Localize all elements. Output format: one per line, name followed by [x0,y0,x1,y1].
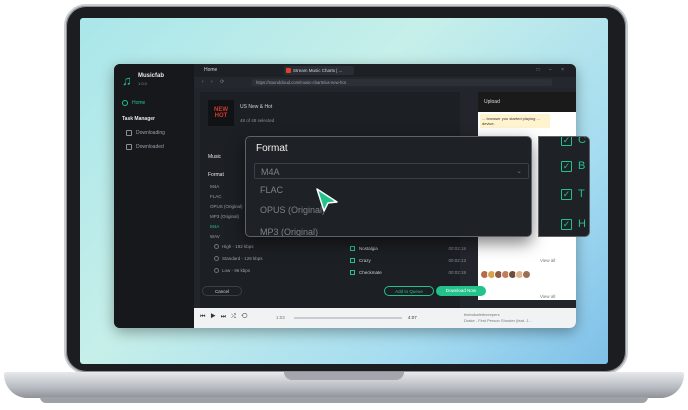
song-duration: 00:02:18 [448,246,466,251]
checklist-row[interactable]: ✓ B [561,159,585,173]
download-icon [126,130,132,136]
format-select[interactable]: M4A ⌄ [254,163,529,179]
web-header: Upload [478,92,576,112]
song-title: Nostalgia [359,246,378,251]
tab-bar: Home Stream Music Charts | ... □ – × [194,64,576,77]
sidebar-item-downloaded[interactable]: Downloaded [126,144,164,150]
checklist-row[interactable]: ✓ T [561,187,585,201]
format-popup-option[interactable]: MP3 (Original) [260,227,318,236]
format-select-value: M4A [261,167,280,177]
app-version: 1.0.0 [138,81,147,86]
sidebar-item-home[interactable]: Home [122,100,145,106]
sidebar-item-label: Home [132,100,146,106]
music-note-icon: ♫ [122,73,132,88]
nav-arrows-icon[interactable]: ‹ › ⟳ [202,79,227,85]
view-all-link[interactable]: View all [540,258,555,263]
checklist-label: C [578,136,586,146]
laptop-notch [284,372,404,380]
window-controls[interactable]: □ – × [537,67,569,73]
avatar-group [480,270,531,279]
music-section-label: Music [208,154,222,160]
track-title: Drake - First Person Shooter (feat. J... [464,318,532,323]
selection-count: 48 of 48 selected [240,118,275,123]
sidebar: ♫ Musicfab 1.0.0 Home Task Manager Downl… [114,64,194,328]
sidebar-item-label: Task Manager [122,116,155,122]
address-bar: ‹ › ⟳ https://soundcloud.com/music-chart… [194,77,576,88]
playback-controls[interactable]: ⏮▶⏭⤮⟲ [200,314,252,321]
format-option[interactable]: OPUS (Original) [210,204,243,209]
checklist-row[interactable]: ✓ C [561,136,586,147]
sidebar-item-label: Downloading [136,130,165,136]
quality-option[interactable]: Low - 96 kbps [214,268,250,273]
sidebar-item-downloading[interactable]: Downloading [126,130,165,136]
cancel-button[interactable]: Cancel [202,286,242,296]
song-row[interactable]: Checkmate 00:02:19 [350,268,480,278]
checkbox-icon[interactable]: ✓ [561,218,572,230]
checkbox-icon[interactable]: ✓ [561,188,572,200]
song-row[interactable]: Nostalgia 00:02:18 [350,244,480,254]
song-duration: 00:02:19 [448,270,466,275]
checklist-label: B [578,160,586,172]
checklist-popup: ✓ C ✓ B ✓ T ✓ H [538,136,590,237]
song-duration: 00:02:13 [448,258,466,263]
folder-icon [126,144,132,150]
download-now-button[interactable]: Download Now [436,286,486,296]
avatar[interactable] [522,270,531,279]
progress-bar[interactable] [294,317,402,319]
tab-home[interactable]: Home [204,67,217,73]
laptop-foot [40,397,648,403]
app-name: Musicfab [138,73,165,79]
format-option[interactable]: M4A [210,184,219,189]
format-option-selected[interactable]: M4A [210,224,219,229]
view-all-link[interactable]: View all [540,294,555,299]
checkbox-icon[interactable] [350,270,355,276]
format-popup-option[interactable]: FLAC [260,185,283,195]
sidebar-item-task-manager[interactable]: Task Manager [122,116,155,122]
quality-option[interactable]: High - 192 kbps [214,244,254,249]
checkbox-icon[interactable]: ✓ [561,137,572,146]
checkbox-icon[interactable] [350,258,355,264]
format-option[interactable]: FLAC [210,194,222,199]
chevron-down-icon: ⌄ [516,168,522,175]
format-section-label: Format [208,172,224,178]
player-bar: ⏮▶⏭⤮⟲ 1:03 4:07 thebobafettcreepers Drak… [194,308,576,328]
playlist-title: US New & Hot [240,104,273,110]
song-row[interactable]: Crazy 00:02:13 [350,256,480,266]
quality-option[interactable]: Standard - 128 kbps [214,256,263,261]
web-notice: ... browser you started playing ... devi… [480,114,550,128]
format-popup: Format M4A ⌄ FLAC OPUS (Original) MP3 (O… [245,136,532,237]
tab-page[interactable]: Stream Music Charts | ... [284,66,354,75]
sidebar-item-label: Downloaded [136,144,164,150]
format-popup-title: Format [256,143,288,154]
checklist-row[interactable]: ✓ H [561,217,586,231]
total-time: 4:07 [408,315,417,320]
elapsed-time: 1:03 [276,315,285,320]
format-option[interactable]: WAV [210,234,220,239]
format-option[interactable]: MP3 (Original) [210,214,239,219]
song-title: Checkmate [359,270,382,275]
url-input[interactable]: https://soundcloud.com/music-charts/us-n… [252,79,552,86]
song-title: Crazy [359,258,371,263]
checkbox-icon[interactable] [350,246,355,252]
checklist-label: H [578,218,586,230]
playlist-cover: NEW HOT [208,100,234,126]
checkbox-icon[interactable]: ✓ [561,160,572,172]
now-playing: thebobafettcreepers Drake - First Person… [464,312,554,324]
home-icon [122,100,128,106]
add-to-queue-button[interactable]: Add to Queue [384,286,434,296]
checklist-label: T [578,188,585,200]
upload-link[interactable]: Upload [484,99,500,105]
cursor-icon [316,188,338,212]
